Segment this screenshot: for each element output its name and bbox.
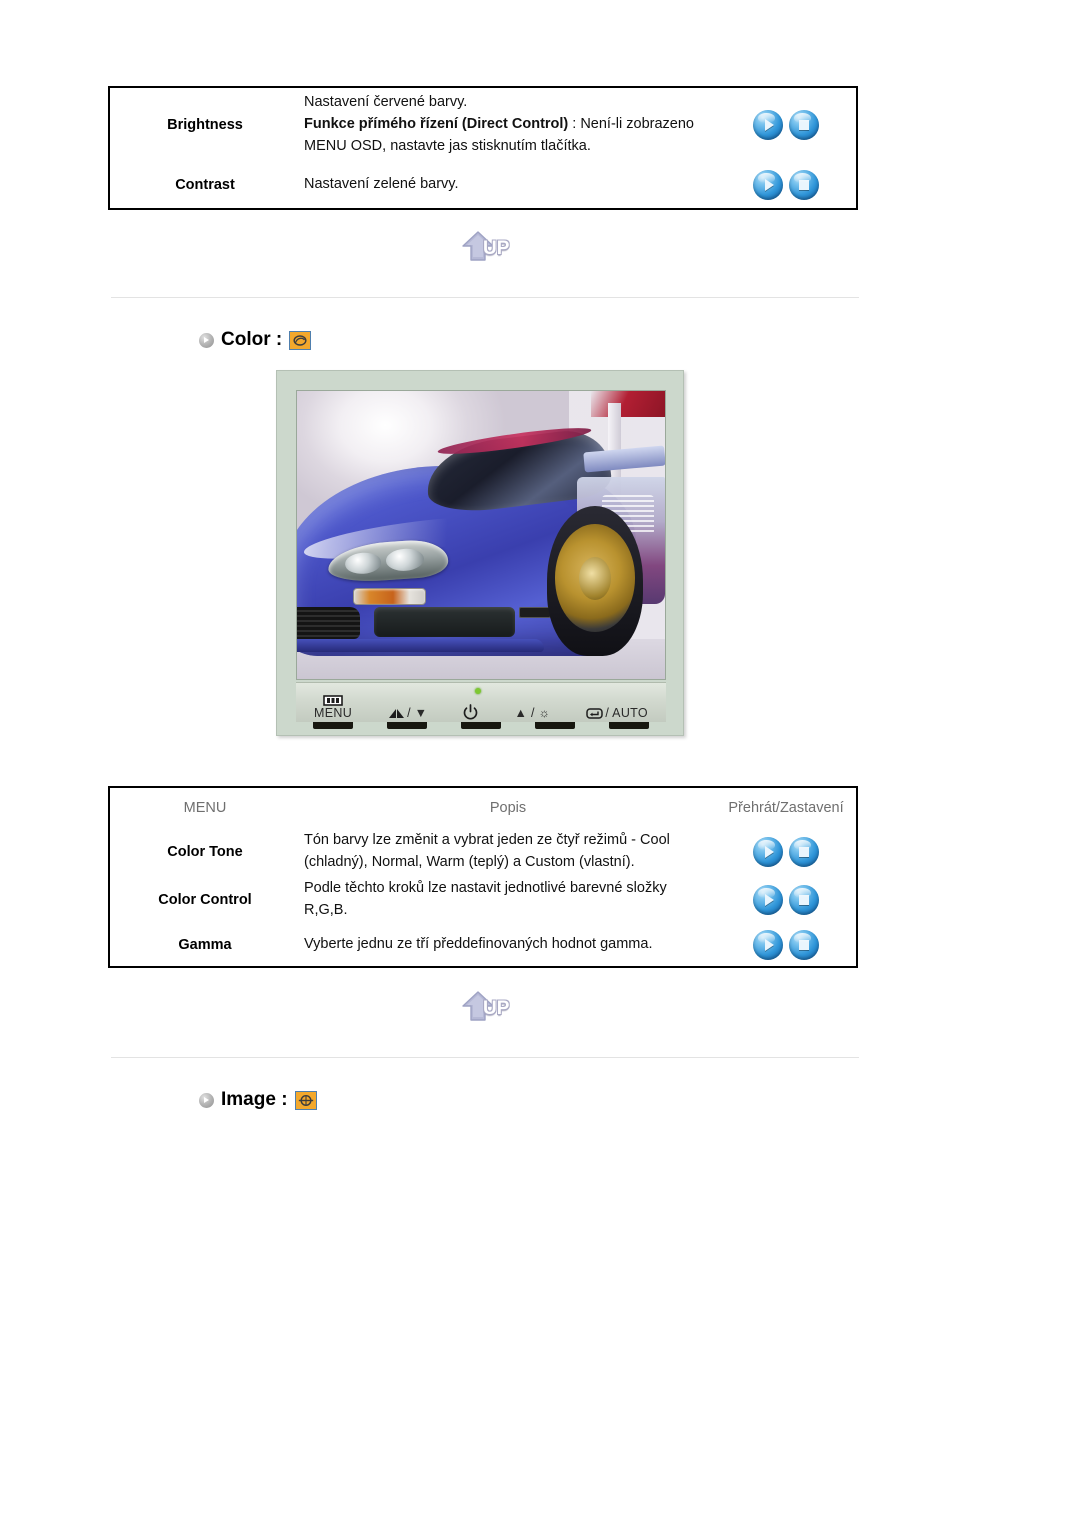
section-divider xyxy=(111,1057,859,1058)
color-section-heading: Color : xyxy=(199,329,312,351)
bullet-arrow-icon xyxy=(199,332,214,348)
stop-button[interactable] xyxy=(789,885,819,915)
car-wheel-arch xyxy=(547,506,643,656)
brightness-contrast-table: Brightness Nastavení červené barvy. Funk… xyxy=(108,86,858,210)
row-menu-label: Color Tone xyxy=(167,844,243,860)
menu-button[interactable]: MENU xyxy=(314,695,352,722)
button-nub xyxy=(535,722,575,729)
monitor-button-nubs xyxy=(296,722,666,730)
monitor-screen xyxy=(296,390,666,680)
row-description: Podle těchto kroků lze nastavit jednotli… xyxy=(304,880,667,918)
source-down-button-label: / ▼ xyxy=(407,706,428,720)
up-brightness-button[interactable]: ▲ / ☼ xyxy=(515,706,551,722)
play-button[interactable] xyxy=(753,170,783,200)
section-divider xyxy=(111,297,859,298)
power-button[interactable] xyxy=(463,704,478,722)
header-play-stop: Přehrát/Zastavení xyxy=(728,800,844,816)
table-row: Color Control Podle těchto kroků lze nas… xyxy=(110,876,856,924)
power-led-indicator xyxy=(475,688,481,694)
car-front-vent xyxy=(374,606,516,637)
table-row: Brightness Nastavení červené barvy. Funk… xyxy=(110,88,856,162)
image-osd-icon xyxy=(294,1090,317,1110)
row-description: Tón barvy lze změnit a vybrat jeden ze č… xyxy=(304,832,670,870)
enter-auto-button-label: / AUTO xyxy=(605,706,648,720)
row-description: Nastavení červené barvy. Funkce přímého … xyxy=(300,92,716,157)
row-description: Vyberte jednu ze tří předdefinovaných ho… xyxy=(304,936,653,953)
table-row: Contrast Nastavení zelené barvy. xyxy=(110,162,856,208)
button-nub xyxy=(461,722,501,729)
row-menu-label: Brightness xyxy=(167,117,243,133)
row-controls xyxy=(716,837,856,867)
menu-icon xyxy=(323,695,343,706)
power-icon xyxy=(464,704,478,720)
row-menu-label: Color Control xyxy=(158,892,252,908)
desc-line-1: Nastavení červené barvy. xyxy=(304,94,468,111)
color-osd-icon xyxy=(289,330,312,350)
enter-auto-icon xyxy=(586,707,604,719)
stop-button[interactable] xyxy=(789,930,819,960)
up-brightness-button-label: ▲ / ☼ xyxy=(514,706,551,720)
button-nub xyxy=(313,722,353,729)
row-controls xyxy=(716,930,856,960)
play-button[interactable] xyxy=(753,837,783,867)
play-button[interactable] xyxy=(753,885,783,915)
car-badge xyxy=(518,606,551,618)
enter-auto-button[interactable]: / AUTO xyxy=(586,706,648,722)
monitor-control-panel: MENU / ▼ ▲ / ☼ / AUTO xyxy=(296,682,666,722)
car-wheel xyxy=(554,524,636,632)
bullet-arrow-icon xyxy=(199,1092,214,1108)
desc-bold-direct-control: Funkce přímého řízení (Direct Control) xyxy=(304,116,569,133)
up-button[interactable]: UP xyxy=(459,229,533,269)
header-menu: MENU xyxy=(183,800,227,816)
car-front-lip xyxy=(297,638,544,653)
play-button[interactable] xyxy=(753,930,783,960)
up-button[interactable]: UP xyxy=(459,989,533,1029)
menu-button-label: MENU xyxy=(314,706,353,720)
stop-button[interactable] xyxy=(789,837,819,867)
source-down-button[interactable]: / ▼ xyxy=(388,706,427,722)
row-menu-label: Gamma xyxy=(178,937,232,953)
table-row: Gamma Vyberte jednu ze tří předdefinovan… xyxy=(110,924,856,966)
color-section-title: Color : xyxy=(221,329,283,350)
header-description: Popis xyxy=(489,800,527,816)
car-turn-signal xyxy=(352,587,426,605)
up-button-label: UP xyxy=(483,998,510,1019)
table-row: Color Tone Tón barvy lze změnit a vybrat… xyxy=(110,828,856,876)
row-controls xyxy=(716,110,856,140)
up-button-label: UP xyxy=(483,238,510,259)
table-header-row: MENU Popis Přehrát/Zastavení xyxy=(110,788,856,828)
button-nub xyxy=(609,722,649,729)
blue-sports-car-photo xyxy=(297,391,665,679)
car-grille xyxy=(297,606,360,639)
stop-button[interactable] xyxy=(789,170,819,200)
row-description: Nastavení zelené barvy. xyxy=(304,176,459,193)
image-section-heading: Image : xyxy=(199,1089,317,1111)
image-section-title: Image : xyxy=(221,1089,288,1110)
source-down-icon xyxy=(389,708,405,718)
color-settings-table: MENU Popis Přehrát/Zastavení Color Tone … xyxy=(108,786,858,968)
monitor-illustration: MENU / ▼ ▲ / ☼ / AUTO xyxy=(276,370,684,736)
row-controls xyxy=(716,170,856,200)
button-nub xyxy=(387,722,427,729)
stop-button[interactable] xyxy=(789,110,819,140)
photo-red-stripe xyxy=(591,391,665,417)
row-controls xyxy=(716,885,856,915)
play-button[interactable] xyxy=(753,110,783,140)
row-menu-label: Contrast xyxy=(175,177,235,193)
